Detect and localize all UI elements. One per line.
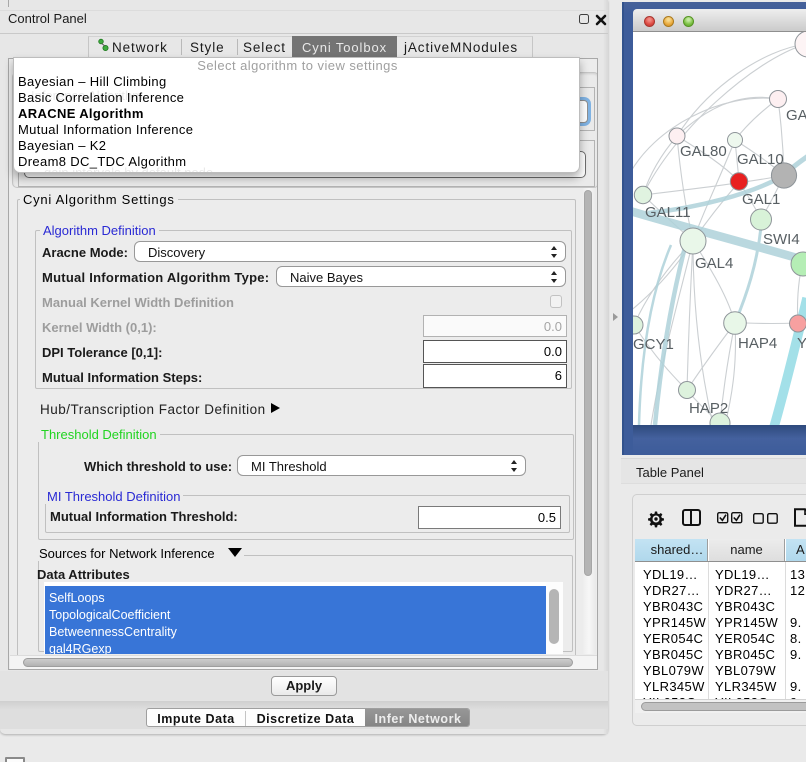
svg-text:GAL10: GAL10 — [737, 151, 784, 168]
svg-text:GAL1: GAL1 — [742, 191, 780, 208]
svg-text:Y: Y — [797, 335, 806, 352]
svg-text:GAL80: GAL80 — [680, 143, 727, 160]
svg-text:GCY1: GCY1 — [633, 336, 674, 353]
svg-text:GAL4: GAL4 — [695, 255, 733, 272]
svg-text:SWI4: SWI4 — [763, 231, 800, 248]
svg-text:GAL11: GAL11 — [645, 204, 691, 221]
svg-text:HAP4: HAP4 — [738, 335, 777, 352]
svg-text:HAP2: HAP2 — [689, 400, 728, 417]
svg-text:GAL7: GAL7 — [786, 107, 806, 124]
